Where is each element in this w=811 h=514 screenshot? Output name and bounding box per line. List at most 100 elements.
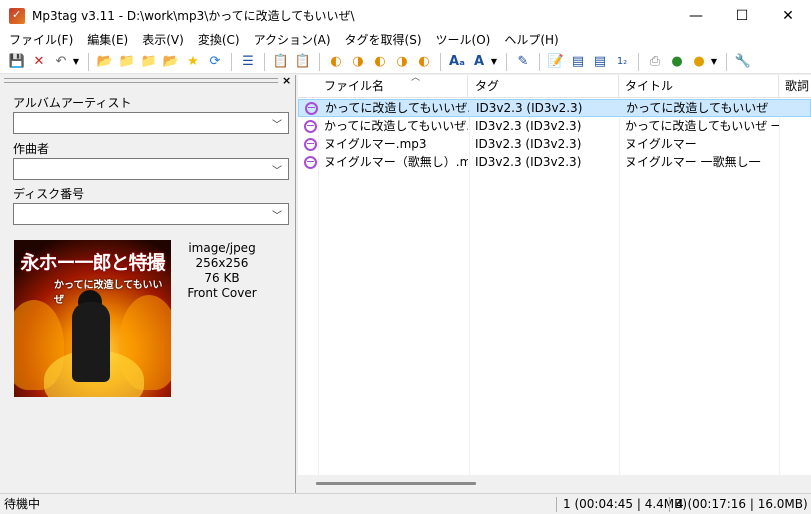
menu-tag-sources[interactable]: タグを取得(S) bbox=[338, 31, 429, 50]
cell-title: ヌイグルマー bbox=[625, 137, 697, 151]
toolbar-separator bbox=[638, 52, 639, 71]
favorite-directories-icon[interactable]: 📁 bbox=[140, 53, 158, 71]
cell-title: ヌイグルマー 一歌無し一 bbox=[625, 155, 761, 169]
case-conversion-icon[interactable]: Aₐ bbox=[448, 53, 466, 71]
tag-to-filename-icon[interactable]: ◐ bbox=[327, 53, 345, 71]
cover-dimensions: 256x256 bbox=[195, 256, 249, 270]
undo-dropdown-icon[interactable]: ▼ bbox=[72, 57, 80, 66]
web-sources-dropdown-icon[interactable]: ● bbox=[690, 53, 708, 71]
column-header-filename[interactable]: ファイル名 ︿ bbox=[318, 73, 468, 98]
options-icon[interactable]: 🔧 bbox=[734, 53, 752, 71]
web-sources-icon[interactable]: ● bbox=[668, 53, 686, 71]
menu-convert[interactable]: 変換(C) bbox=[191, 31, 247, 50]
extended-tags-icon[interactable]: ✎ bbox=[514, 53, 532, 71]
app-icon bbox=[9, 7, 25, 24]
cover-mime: image/jpeg bbox=[188, 241, 256, 255]
panel-close-icon[interactable]: × bbox=[282, 74, 291, 87]
cell-filename: ヌイグルマー（歌無し）.mp3 bbox=[324, 155, 468, 169]
maximize-button[interactable]: ☐ bbox=[719, 0, 765, 31]
refresh-icon[interactable]: ⟳ bbox=[206, 53, 224, 71]
toolbar-separator bbox=[506, 52, 507, 71]
cut-icon[interactable]: 📋 bbox=[272, 53, 290, 71]
paste-icon[interactable]: 📋 bbox=[294, 53, 312, 71]
horizontal-scrollbar[interactable] bbox=[298, 475, 811, 493]
menu-tools[interactable]: ツール(O) bbox=[429, 31, 498, 50]
change-directory-icon[interactable]: 📂 bbox=[96, 53, 114, 71]
mp3-file-icon bbox=[304, 156, 317, 169]
table-row[interactable]: かってに改造してもいいぜ.... ID3v2.3 (ID3v2.3) かってに改… bbox=[298, 118, 811, 136]
cell-tag: ID3v2.3 (ID3v2.3) bbox=[475, 119, 582, 133]
cell-title: かってに改造してもいいぜ bbox=[626, 101, 769, 115]
composer-field[interactable]: ﹀ bbox=[13, 158, 289, 180]
cover-art[interactable]: 永ホー一郎と特撮 かってに改造してもいいぜ bbox=[14, 240, 171, 397]
menu-bar: ファイル(F) 編集(E) 表示(V) 変換(C) アクション(A) タグを取得… bbox=[0, 31, 811, 50]
save-icon[interactable]: 💾 bbox=[8, 53, 26, 71]
menu-view[interactable]: 表示(V) bbox=[135, 31, 191, 50]
filename-to-tag-icon[interactable]: ◑ bbox=[349, 53, 367, 71]
title-bar: Mp3tag v3.11 - D:\work\mp3\かってに改造してもいいぜ\… bbox=[0, 0, 811, 31]
format-value-icon[interactable]: A bbox=[470, 53, 488, 71]
column-header-tag[interactable]: タグ bbox=[469, 75, 619, 98]
print-icon[interactable]: ⎙ bbox=[646, 53, 664, 71]
column-header-lyrics[interactable]: 歌詞 bbox=[779, 75, 811, 98]
text-file-to-tag-icon[interactable]: ◐ bbox=[371, 53, 389, 71]
toolbar: 💾 ✕ ↶ ▼ 📂 📁 📁 📂 ★ ⟳ ☰ 📋 📋 ◐ ◑ ◐ ◑ ◐ Aₐ A… bbox=[0, 50, 811, 74]
filelist-icon[interactable]: ▤ bbox=[591, 53, 609, 71]
tag-to-tag-icon[interactable]: ◑ bbox=[393, 53, 411, 71]
status-bar: 待機中 1 (00:04:45 | 4.4MB) 4 (00:17:16 | 1… bbox=[0, 493, 811, 514]
close-button[interactable]: ✕ bbox=[765, 0, 811, 31]
file-list-header: ファイル名 ︿ タグ タイトル 歌詞 bbox=[298, 73, 811, 98]
album-artist-field[interactable]: ﹀ bbox=[13, 112, 289, 134]
table-row[interactable]: ヌイグルマー.mp3 ID3v2.3 (ID3v2.3) ヌイグルマー bbox=[298, 136, 811, 154]
cell-filename: かってに改造してもいいぜ.... bbox=[325, 101, 469, 115]
composer-label: 作曲者 bbox=[13, 142, 50, 156]
open-folder-icon[interactable]: 📂 bbox=[162, 53, 180, 71]
sort-ascending-icon: ︿ bbox=[411, 73, 421, 83]
format-dropdown-icon[interactable]: ▼ bbox=[490, 57, 498, 66]
cell-filename: ヌイグルマー.mp3 bbox=[324, 137, 427, 151]
mp3-file-icon bbox=[304, 138, 317, 151]
mp3-file-icon bbox=[305, 102, 318, 115]
cell-title: かってに改造してもいいぜ 一... bbox=[625, 119, 779, 133]
chevron-down-icon[interactable]: ﹀ bbox=[272, 116, 282, 131]
cover-subtitle: かってに改造してもいいぜ bbox=[54, 280, 163, 306]
cell-filename: かってに改造してもいいぜ.... bbox=[324, 119, 468, 133]
mp3-file-icon bbox=[304, 120, 317, 133]
menu-edit[interactable]: 編集(E) bbox=[80, 31, 135, 50]
playlist-icon[interactable]: ☰ bbox=[239, 53, 257, 71]
status-text: 待機中 bbox=[4, 497, 41, 511]
add-directory-icon[interactable]: 📁 bbox=[118, 53, 136, 71]
album-artist-label: アルバムアーティスト bbox=[13, 96, 132, 110]
undo-icon[interactable]: ↶ bbox=[52, 53, 70, 71]
minimize-button[interactable]: — bbox=[673, 0, 719, 31]
menu-help[interactable]: ヘルプ(H) bbox=[497, 31, 565, 50]
table-row[interactable]: ヌイグルマー（歌無し）.mp3 ID3v2.3 (ID3v2.3) ヌイグルマー… bbox=[298, 154, 811, 172]
disc-number-field[interactable]: ﹀ bbox=[13, 203, 289, 225]
cover-info: image/jpeg 256x256 76 KB Front Cover bbox=[178, 241, 266, 301]
menu-actions[interactable]: アクション(A) bbox=[247, 31, 338, 50]
cover-title: 永ホー一郎と特撮 bbox=[20, 252, 165, 274]
toolbar-separator bbox=[726, 52, 727, 71]
disc-number-label: ディスク番号 bbox=[13, 187, 85, 201]
chevron-down-icon[interactable]: ﹀ bbox=[272, 207, 282, 222]
toolbar-separator bbox=[88, 52, 89, 71]
delete-icon[interactable]: ✕ bbox=[30, 53, 48, 71]
edit-tags-icon[interactable]: 📝 bbox=[547, 53, 565, 71]
cell-tag: ID3v2.3 (ID3v2.3) bbox=[476, 101, 583, 115]
web-dropdown-arrow-icon[interactable]: ▼ bbox=[710, 57, 718, 66]
menu-file[interactable]: ファイル(F) bbox=[2, 31, 80, 50]
table-row[interactable]: かってに改造してもいいぜ.... ID3v2.3 (ID3v2.3) かってに改… bbox=[298, 99, 811, 117]
cell-tag: ID3v2.3 (ID3v2.3) bbox=[475, 155, 582, 169]
scrollbar-thumb[interactable] bbox=[316, 482, 476, 485]
toolbar-separator bbox=[319, 52, 320, 71]
favorites-star-icon[interactable]: ★ bbox=[184, 53, 202, 71]
cell-tag: ID3v2.3 (ID3v2.3) bbox=[475, 137, 582, 151]
cover-type: Front Cover bbox=[187, 286, 257, 300]
cover-size: 76 KB bbox=[204, 271, 240, 285]
export-icon[interactable]: ▤ bbox=[569, 53, 587, 71]
panel-grip[interactable] bbox=[4, 78, 278, 83]
chevron-down-icon[interactable]: ﹀ bbox=[272, 162, 282, 177]
autonumber-icon[interactable]: 1₂ bbox=[613, 53, 631, 71]
toolbar-separator bbox=[539, 52, 540, 71]
column-header-title[interactable]: タイトル bbox=[619, 75, 779, 98]
